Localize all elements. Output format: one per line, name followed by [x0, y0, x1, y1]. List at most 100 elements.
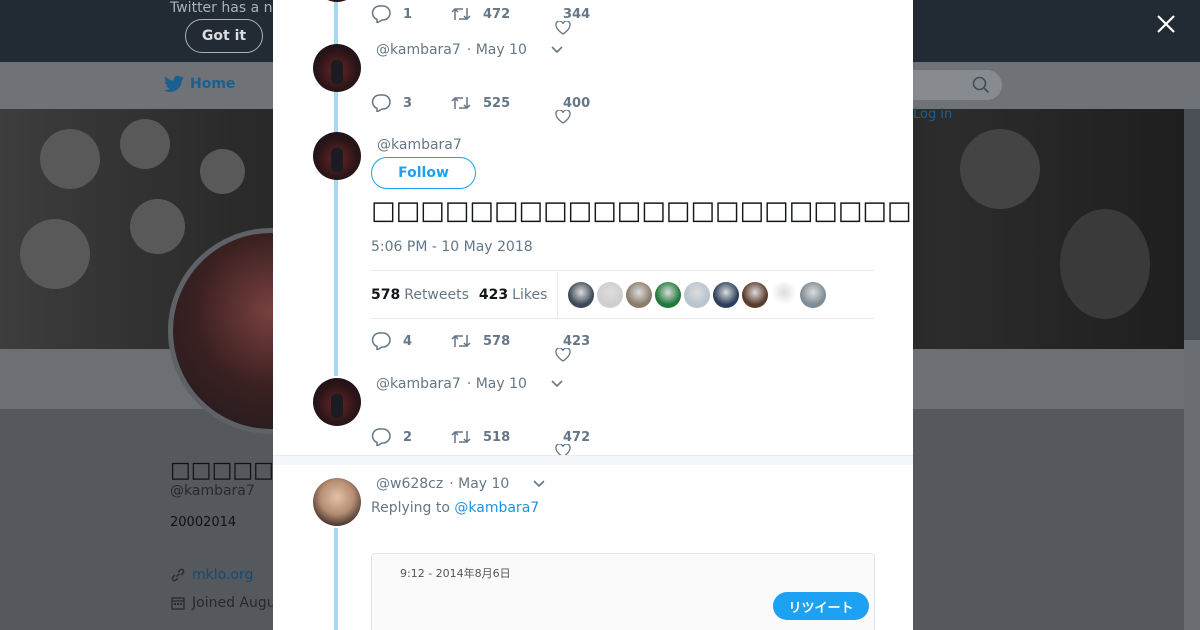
- tweet-actions: 1 472 344: [371, 5, 591, 35]
- like-count: 344: [563, 6, 591, 22]
- tweet-actions: 4 578 423: [371, 332, 591, 362]
- search-icon: [972, 76, 990, 94]
- retweets-stat[interactable]: 578 Retweets: [371, 287, 469, 303]
- likes-stat[interactable]: 423 Likes: [479, 287, 547, 303]
- replying-to: Replying to @kambara7: [371, 500, 539, 516]
- retweet-icon: [451, 334, 471, 348]
- retweet-button[interactable]: 525: [451, 95, 563, 111]
- tweet-handle[interactable]: @kambara7: [376, 376, 461, 392]
- like-button[interactable]: 472: [555, 429, 591, 458]
- chevron-down-icon[interactable]: [551, 380, 563, 388]
- retweet-count: 472: [483, 6, 511, 22]
- reply-icon: [371, 332, 391, 350]
- liker-avatar[interactable]: [597, 281, 624, 308]
- liker-avatar[interactable]: [684, 281, 711, 308]
- focused-tweet-timestamp[interactable]: 5:06 PM - 10 May 2018: [371, 239, 533, 255]
- embedded-tweet-text: · · · · · · · · · · · ·: [400, 553, 549, 562]
- thread-line: [334, 92, 338, 132]
- tweet-permalink-modal: 1 472 344 @kambara7 · May 10 3 525 400 @…: [273, 0, 913, 630]
- liker-avatar[interactable]: [800, 281, 827, 308]
- liker-avatar[interactable]: [626, 281, 653, 308]
- login-link-partial[interactable]: Log in: [913, 107, 952, 122]
- reply-button[interactable]: 3: [371, 94, 451, 112]
- page-scrollbar[interactable]: [1184, 340, 1200, 630]
- avatar[interactable]: [313, 378, 361, 426]
- tweet-header: @kambara7 · May 10: [376, 376, 563, 392]
- tweet-date[interactable]: · May 10: [467, 376, 527, 392]
- liker-avatar[interactable]: [655, 281, 682, 308]
- reply-button[interactable]: 2: [371, 428, 451, 446]
- tweet-actions: 2 518 472: [371, 428, 591, 458]
- tweet-handle[interactable]: @w628cz: [376, 476, 443, 492]
- nav-home[interactable]: Home: [164, 75, 235, 93]
- like-count: 423: [563, 333, 591, 349]
- tweet-handle[interactable]: @kambara7: [376, 42, 461, 58]
- search-box[interactable]: [900, 70, 1002, 100]
- profile-url[interactable]: mklo.org: [170, 567, 253, 583]
- retweet-count: 525: [483, 95, 511, 111]
- liker-avatar[interactable]: [771, 281, 798, 308]
- twitter-bird-icon: [164, 75, 184, 92]
- embedded-tweet-time: 9:12 - 2014年8月6日: [400, 567, 511, 580]
- profile-joined: Joined Augu: [170, 595, 276, 611]
- heart-icon: [555, 20, 571, 35]
- profile-bio: 20002014: [170, 515, 237, 530]
- tweet-date[interactable]: · May 10: [467, 42, 527, 58]
- replies-separator: [273, 455, 913, 465]
- retweet-count: 518: [483, 429, 511, 445]
- follow-button[interactable]: Follow: [371, 157, 476, 189]
- like-count: 400: [563, 95, 591, 111]
- reply-count: 4: [403, 333, 413, 349]
- retweet-button[interactable]: 518: [451, 429, 563, 445]
- tweet-stats: 578 Retweets 423 Likes: [371, 270, 874, 319]
- close-icon[interactable]: [1154, 12, 1178, 36]
- liker-avatar[interactable]: [568, 281, 595, 308]
- likes-value: 423: [478, 286, 509, 303]
- notice-text: Twitter has a n: [170, 0, 273, 16]
- like-count: 472: [563, 429, 591, 445]
- heart-icon: [555, 109, 571, 124]
- reply-count: 3: [403, 95, 413, 111]
- replying-to-prefix: Replying to: [371, 500, 450, 516]
- retweets-value: 578: [371, 286, 401, 303]
- retweet-button[interactable]: 578: [451, 333, 563, 349]
- avatar[interactable]: [313, 478, 361, 526]
- nav-home-label: Home: [190, 76, 236, 92]
- reply-count: 2: [403, 429, 413, 445]
- chevron-down-icon[interactable]: [551, 46, 563, 54]
- like-button[interactable]: 344: [555, 6, 591, 35]
- replying-to-link[interactable]: @kambara7: [454, 500, 539, 516]
- avatar[interactable]: [313, 44, 361, 92]
- profile-joined-text: Joined Augu: [192, 595, 276, 611]
- retweet-count: 578: [483, 333, 511, 349]
- thread-line: [334, 0, 338, 44]
- like-button[interactable]: 423: [555, 333, 591, 362]
- retweets-label: Retweets: [404, 286, 469, 303]
- reply-icon: [371, 94, 391, 112]
- thread-line: [334, 180, 338, 376]
- tweet-header: @kambara7 · May 10: [376, 42, 563, 58]
- liker-avatar[interactable]: [742, 281, 769, 308]
- tweet-date[interactable]: · May 10: [449, 476, 509, 492]
- like-button[interactable]: 400: [555, 95, 591, 124]
- got-it-button[interactable]: Got it: [185, 19, 263, 53]
- embedded-retweet-button[interactable]: リツイート: [773, 592, 869, 620]
- tweet-actions: 3 525 400: [371, 94, 591, 124]
- reply-icon: [371, 5, 391, 23]
- avatar[interactable]: [313, 132, 361, 180]
- heart-icon: [555, 347, 571, 362]
- calendar-icon: [171, 597, 185, 610]
- focused-tweet-handle[interactable]: @kambara7: [377, 137, 462, 153]
- liker-avatars: [568, 281, 827, 308]
- embedded-tweet-card[interactable]: · · · · · · · · · · · · 9:12 - 2014年8月6日…: [371, 553, 875, 630]
- reply-count: 1: [403, 6, 413, 22]
- retweet-button[interactable]: 472: [451, 6, 563, 22]
- liker-avatar[interactable]: [713, 281, 740, 308]
- reply-button[interactable]: 1: [371, 5, 451, 23]
- reply-icon: [371, 428, 391, 446]
- tweet-header: @w628cz · May 10: [376, 476, 545, 492]
- avatar[interactable]: [313, 0, 361, 2]
- reply-button[interactable]: 4: [371, 332, 451, 350]
- thread-line: [334, 528, 338, 630]
- chevron-down-icon[interactable]: [533, 480, 545, 488]
